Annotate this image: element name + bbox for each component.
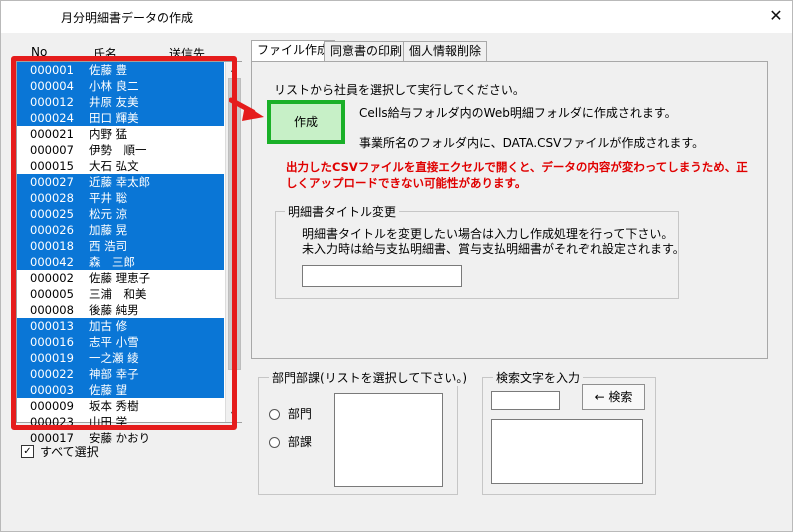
info-web-folder: Cells給与フォルダ内のWeb明細フォルダに作成されます。 [359,106,677,120]
close-icon[interactable]: ✕ [765,5,787,27]
radio-section[interactable]: 部課 [269,433,312,450]
dialog-window: 月分明細書データの作成 ✕ No 氏名 送信先 000001 佐藤 豊 000004… [0,0,793,532]
instruction-text: リストから社員を選択して実行してください。 [274,83,525,97]
arrow-icon [229,97,264,121]
radio-icon[interactable] [269,409,280,420]
dept-listbox[interactable] [334,393,443,487]
title-input[interactable] [302,265,462,287]
warning-text: 出力したCSVファイルを直接エクセルで開くと、データの内容が変わってしまうため、… [286,160,748,190]
radio-icon[interactable] [269,437,280,448]
search-button[interactable]: ← 検索 [582,384,645,410]
tab-consent-print[interactable]: 同意書の印刷 [324,41,409,61]
title-change-caption: 明細書タイトル変更 [285,203,400,220]
radio-dept[interactable]: 部門 [269,405,312,422]
select-all-label: すべて選択 [40,445,99,459]
checkbox-icon[interactable]: ✓ [21,445,34,458]
title-bar: 月分明細書データの作成 ✕ [1,1,792,33]
radio-section-label: 部課 [287,435,312,449]
window-title: 月分明細書データの作成 [61,11,194,25]
search-input[interactable] [491,391,560,410]
info-csv-file: 事業所名のフォルダ内に、DATA.CSVファイルが作成されます。 [359,136,705,150]
highlight-frame [11,56,237,430]
search-results-listbox[interactable] [491,419,643,484]
select-all-checkbox[interactable]: ✓ すべて選択 [21,443,99,460]
tab-file-create[interactable]: ファイル作成 [251,40,336,63]
search-caption: 検索文字を入力 [493,369,584,386]
tab-personal-delete[interactable]: 個人情報削除 [403,41,488,61]
create-button[interactable]: 作成 [267,100,345,144]
title-change-line2: 未入力時は給与支払明細書、賞与支払明細書がそれぞれ設定されます。 [302,242,685,256]
radio-dept-label: 部門 [287,407,312,421]
dept-caption: 部門部課(リストを選択して下さい。) [269,369,471,386]
